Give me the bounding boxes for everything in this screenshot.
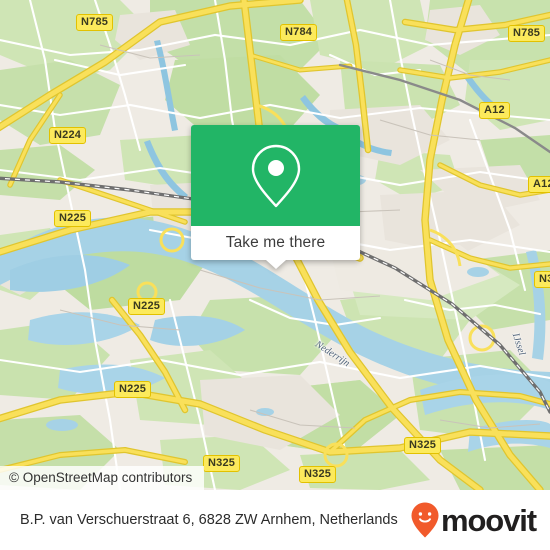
moovit-logo[interactable]: moovit <box>410 501 537 539</box>
road-shield: N785 <box>508 25 546 42</box>
popup-footer[interactable]: Take me there <box>191 226 360 269</box>
road-shield: N224 <box>49 127 87 144</box>
road-shield: A12 <box>528 176 550 193</box>
moovit-wordmark: moovit <box>440 502 537 538</box>
road-shield: N325 <box>404 437 442 454</box>
road-shield: N32 <box>534 271 550 288</box>
address-text: B.P. van Verschuerstraat 6, 6828 ZW Arnh… <box>20 512 398 528</box>
road-shield: N225 <box>114 381 152 398</box>
map-attribution[interactable]: © OpenStreetMap contributors <box>0 466 205 490</box>
page-footer: B.P. van Verschuerstraat 6, 6828 ZW Arnh… <box>0 490 550 550</box>
popup-header <box>191 125 360 226</box>
road-shield: A12 <box>479 102 510 119</box>
moovit-map-page: N785 N784 N785 N224 A12 A12 N225 N225 N3… <box>0 0 550 550</box>
map-pin-icon <box>251 144 300 207</box>
road-shield: N325 <box>299 466 337 483</box>
map-canvas[interactable]: N785 N784 N785 N224 A12 A12 N225 N225 N3… <box>0 0 550 490</box>
road-shield: N225 <box>128 298 166 315</box>
take-me-there-popup[interactable]: Take me there <box>191 125 360 269</box>
moovit-pin-icon <box>411 502 439 538</box>
road-shield: N325 <box>203 455 241 472</box>
road-shield: N784 <box>280 24 318 41</box>
road-shield: N785 <box>76 14 114 31</box>
popup-pointer <box>265 260 286 269</box>
road-shield: N225 <box>54 210 92 227</box>
take-me-there-label: Take me there <box>225 234 326 251</box>
